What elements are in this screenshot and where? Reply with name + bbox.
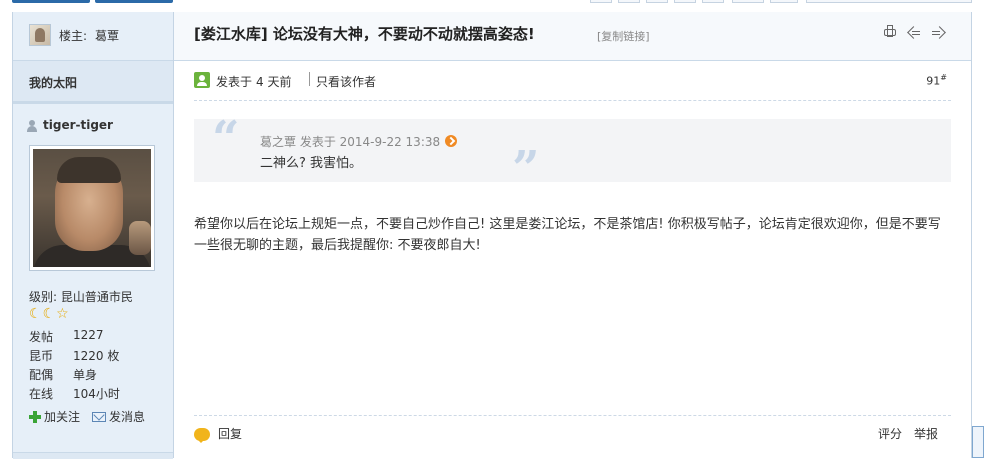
rank-stars: ☾☾☆	[29, 306, 70, 322]
pager-cell[interactable]	[646, 0, 668, 3]
reply-button[interactable]: 回复	[194, 425, 243, 443]
online-user-icon	[194, 72, 210, 88]
post-tools	[877, 25, 945, 42]
reply-label: 回复	[218, 427, 243, 441]
quote-header-text: 葛之覃 发表于 2014-9-22 13:38	[260, 135, 441, 149]
posted-time: 4 天前	[256, 75, 292, 89]
floor-sup: #	[940, 73, 947, 82]
message-label: 发消息	[109, 410, 146, 424]
quote-text: 二神么? 我害怕。	[260, 156, 363, 171]
moon-icon: ☾	[42, 306, 56, 322]
print-icon[interactable]	[883, 25, 897, 39]
follow-button[interactable]: 加关注	[29, 408, 80, 425]
author-avatar[interactable]	[29, 145, 155, 271]
post-title-bar: [娄江水库] 论坛没有大神，不要动不动就摆高姿态! [复制链接]	[174, 12, 971, 61]
floor-number[interactable]: 91#	[926, 73, 947, 88]
host-label: 楼主:	[59, 29, 88, 43]
author-username[interactable]: tiger-tiger	[43, 118, 113, 132]
stat-label: 发帖	[29, 330, 54, 344]
report-button[interactable]: 举报	[914, 425, 938, 442]
divider	[309, 72, 310, 86]
quote-header: 葛之覃 发表于 2014-9-22 13:38	[260, 133, 458, 150]
stat-label: 在线	[29, 387, 54, 401]
post-meta: 发表于 4 天前 只看该作者 91#	[194, 72, 951, 90]
pager-cell[interactable]	[618, 0, 640, 3]
quote-open-icon: “	[212, 111, 240, 167]
right-margin	[972, 12, 984, 458]
pager-cell[interactable]	[732, 0, 764, 3]
host-name[interactable]: 葛覃	[95, 27, 119, 44]
divider	[194, 100, 951, 101]
stat-label: 配偶	[29, 368, 54, 382]
avatar-image	[33, 149, 151, 267]
post-body: 希望你以后在论坛上规矩一点，不要自己炒作自己! 这里是娄江论坛，不是茶馆店! 你…	[194, 217, 941, 253]
floor-value: 91	[926, 74, 941, 88]
post-panel: [娄江水库] 论坛没有大神，不要动不动就摆高姿态! [复制链接] 发表于 4 天…	[174, 12, 972, 458]
author-sidebar: 楼主: 葛覃 我的太阳 tiger-tiger 级别: 昆山普通市民 ☾☾☆ 发…	[12, 12, 174, 459]
pager-cell[interactable]	[806, 0, 972, 3]
send-message-button[interactable]: 发消息	[92, 408, 145, 425]
prev-icon[interactable]	[907, 25, 921, 39]
scroll-button[interactable]	[972, 426, 984, 458]
top-tab-2[interactable]	[95, 0, 173, 3]
author-actions: 加关注 发消息	[29, 408, 157, 425]
quote-close-icon: ”	[512, 141, 540, 197]
pager-cell[interactable]	[674, 0, 696, 3]
pager-cell[interactable]	[590, 0, 612, 3]
rate-button[interactable]: 评分	[878, 425, 902, 442]
next-icon[interactable]	[931, 25, 945, 39]
pager-cell[interactable]	[770, 0, 798, 3]
host-avatar[interactable]	[29, 24, 51, 46]
author-only-link[interactable]: 只看该作者	[316, 73, 376, 90]
arrow-icon[interactable]	[445, 135, 458, 147]
pager-cell[interactable]	[702, 0, 724, 3]
stat-label: 昆币	[29, 349, 54, 363]
copy-link[interactable]: [复制链接]	[597, 28, 650, 44]
reply-icon	[194, 428, 210, 443]
my-sun-title[interactable]: 我的太阳	[29, 74, 77, 91]
quote-block: “ 葛之覃 发表于 2014-9-22 13:38 二神么? 我害怕。 ”	[194, 115, 951, 193]
user-icon	[27, 120, 37, 132]
mail-icon	[92, 412, 107, 422]
stat-value: 104小时	[73, 387, 120, 401]
plus-icon	[29, 411, 41, 423]
thread-host-row: 楼主: 葛覃	[13, 12, 173, 61]
divider	[194, 415, 951, 416]
posted-label: 发表于	[216, 75, 253, 89]
follow-label: 加关注	[44, 410, 81, 424]
author-level: 级别: 昆山普通市民	[29, 290, 133, 304]
moon-icon: ☾	[29, 306, 42, 322]
top-tab-1[interactable]	[12, 0, 90, 3]
stat-value: 1220 枚	[73, 349, 120, 363]
stat-value: 单身	[73, 368, 98, 382]
top-pager-strip	[0, 0, 984, 4]
post-title: [娄江水库] 论坛没有大神，不要动不动就摆高姿态!	[194, 25, 535, 43]
stat-value[interactable]: 1227	[73, 328, 104, 342]
star-icon: ☆	[56, 306, 69, 322]
